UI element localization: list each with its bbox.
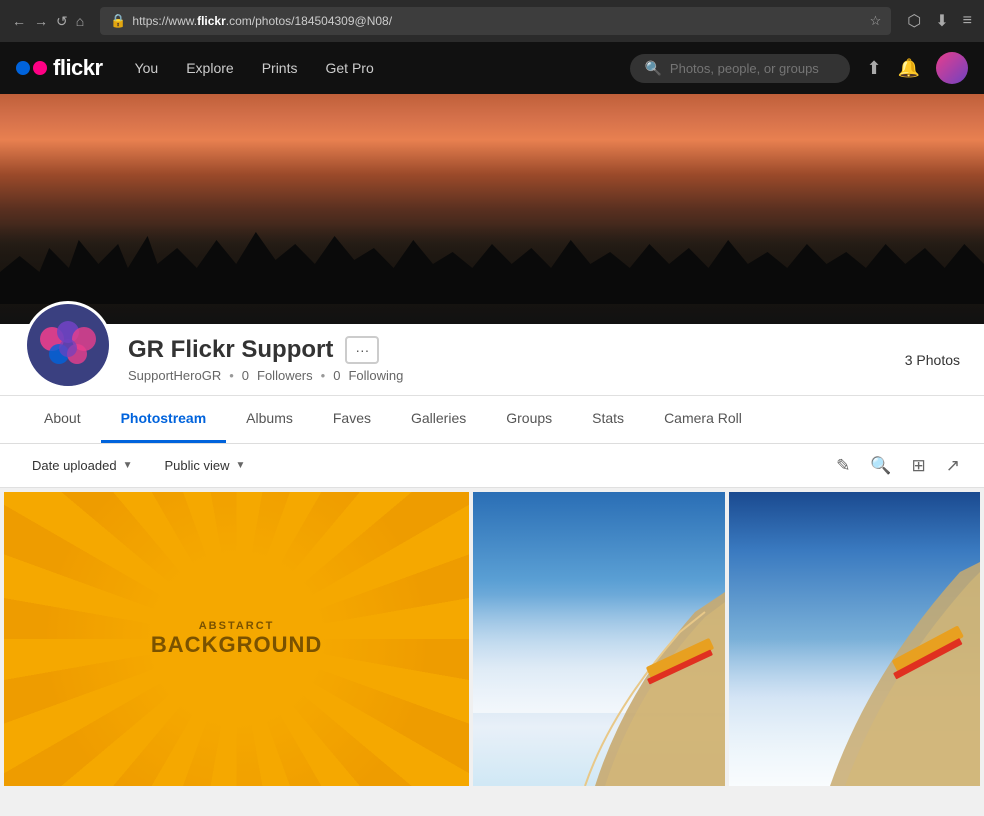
search-photos-icon[interactable]: 🔍 — [870, 456, 891, 476]
photo-grid: ABSTARCT BACKGROUND — [0, 488, 984, 790]
profile-info: GR Flickr Support ··· SupportHeroGR • 0 … — [128, 336, 905, 383]
following-label: Following — [348, 368, 403, 383]
plane1-wing-svg — [495, 492, 725, 786]
tab-galleries[interactable]: Galleries — [391, 396, 486, 443]
upload-icon[interactable]: ⬆ — [866, 58, 881, 79]
flickr-dots — [16, 61, 47, 75]
nav-search-bar[interactable]: 🔍 — [630, 54, 850, 83]
nav-right-icons: ⬆ 🔔 — [866, 52, 968, 84]
refresh-icon[interactable]: ↺ — [56, 13, 68, 30]
date-chevron-icon: ▼ — [123, 460, 133, 471]
separator-dot-2: • — [321, 368, 326, 383]
view-chevron-icon: ▼ — [236, 460, 246, 471]
tabs-bar: About Photostream Albums Faves Galleries… — [0, 396, 984, 444]
photo-plane1 — [473, 492, 724, 786]
plane2-wing-svg — [750, 492, 980, 786]
abstract-main-text: BACKGROUND — [151, 632, 322, 658]
photo-item-plane2[interactable] — [729, 492, 980, 786]
following-count: 0 — [333, 368, 340, 383]
tab-about[interactable]: About — [24, 396, 101, 443]
public-view-label: Public view — [164, 458, 229, 473]
notifications-icon[interactable]: 🔔 — [898, 58, 920, 79]
pocket-icon[interactable]: ⬡ — [907, 11, 921, 31]
profile-name-row: GR Flickr Support ··· — [128, 336, 905, 364]
separator-dot-1: • — [229, 368, 234, 383]
profile-section: GR Flickr Support ··· SupportHeroGR • 0 … — [0, 324, 984, 396]
slideshow-icon[interactable]: ⊞ — [912, 456, 926, 476]
tab-stats[interactable]: Stats — [572, 396, 644, 443]
tab-photostream[interactable]: Photostream — [101, 396, 227, 443]
security-icon: 🔒 — [110, 13, 126, 29]
tab-faves[interactable]: Faves — [313, 396, 391, 443]
search-input[interactable] — [670, 61, 837, 76]
menu-icon[interactable]: ≡ — [963, 12, 972, 30]
forward-icon[interactable]: → — [34, 13, 48, 29]
dot-blue — [16, 61, 30, 75]
abstract-sub-text: ABSTARCT — [151, 620, 322, 632]
nav-links: You Explore Prints Get Pro — [123, 52, 386, 84]
address-url: https://www.flickr.com/photos/184504309@… — [132, 14, 863, 28]
photo-item-abstract[interactable]: ABSTARCT BACKGROUND — [4, 492, 469, 786]
photo-plane2 — [729, 492, 980, 786]
abstract-text-overlay: ABSTARCT BACKGROUND — [151, 620, 322, 658]
browser-controls: ← → ↺ ⌂ — [12, 13, 84, 30]
address-bar[interactable]: 🔒 https://www.flickr.com/photos/18450430… — [100, 7, 891, 35]
dot-pink — [33, 61, 47, 75]
tab-camera-roll[interactable]: Camera Roll — [644, 396, 762, 443]
share-icon[interactable]: ↗ — [946, 456, 960, 476]
flickr-nav: flickr You Explore Prints Get Pro 🔍 ⬆ 🔔 — [0, 42, 984, 94]
download-icon[interactable]: ⬇ — [935, 11, 948, 31]
tab-groups[interactable]: Groups — [486, 396, 572, 443]
search-icon: 🔍 — [644, 60, 661, 77]
photo-item-plane1[interactable] — [473, 492, 724, 786]
nav-explore[interactable]: Explore — [174, 52, 245, 84]
bookmark-icon[interactable]: ☆ — [870, 13, 882, 29]
followers-label: Followers — [257, 368, 313, 383]
tab-albums[interactable]: Albums — [226, 396, 313, 443]
nav-prints[interactable]: Prints — [250, 52, 310, 84]
edit-icon[interactable]: ✎ — [836, 456, 850, 476]
public-view-dropdown[interactable]: Public view ▼ — [156, 454, 253, 477]
date-uploaded-label: Date uploaded — [32, 458, 117, 473]
flickr-wordmark: flickr — [53, 55, 103, 81]
browser-chrome: ← → ↺ ⌂ 🔒 https://www.flickr.com/photos/… — [0, 0, 984, 42]
flickr-logo[interactable]: flickr — [16, 55, 103, 81]
profile-menu-button[interactable]: ··· — [345, 336, 379, 364]
nav-you[interactable]: You — [123, 52, 171, 84]
followers-count: 0 — [242, 368, 249, 383]
toolbar: Date uploaded ▼ Public view ▼ ✎ 🔍 ⊞ ↗ — [0, 444, 984, 488]
profile-avatar — [24, 301, 112, 389]
toolbar-right: ✎ 🔍 ⊞ ↗ — [836, 456, 960, 476]
user-avatar[interactable] — [936, 52, 968, 84]
home-icon[interactable]: ⌂ — [76, 13, 84, 29]
username: SupportHeroGR — [128, 368, 221, 383]
profile-meta: SupportHeroGR • 0 Followers • 0 Followin… — [128, 368, 905, 383]
browser-right-icons: ⬡ ⬇ ≡ — [907, 11, 972, 31]
date-uploaded-dropdown[interactable]: Date uploaded ▼ — [24, 454, 140, 477]
cover-photo — [0, 94, 984, 324]
toolbar-left: Date uploaded ▼ Public view ▼ — [24, 454, 253, 477]
profile-name: GR Flickr Support — [128, 336, 333, 364]
back-icon[interactable]: ← — [12, 13, 26, 29]
photo-count: 3 Photos — [905, 352, 960, 368]
photo-abstract-bg: ABSTARCT BACKGROUND — [4, 492, 469, 786]
avatar-image — [27, 304, 109, 386]
nav-get-pro[interactable]: Get Pro — [313, 52, 385, 84]
